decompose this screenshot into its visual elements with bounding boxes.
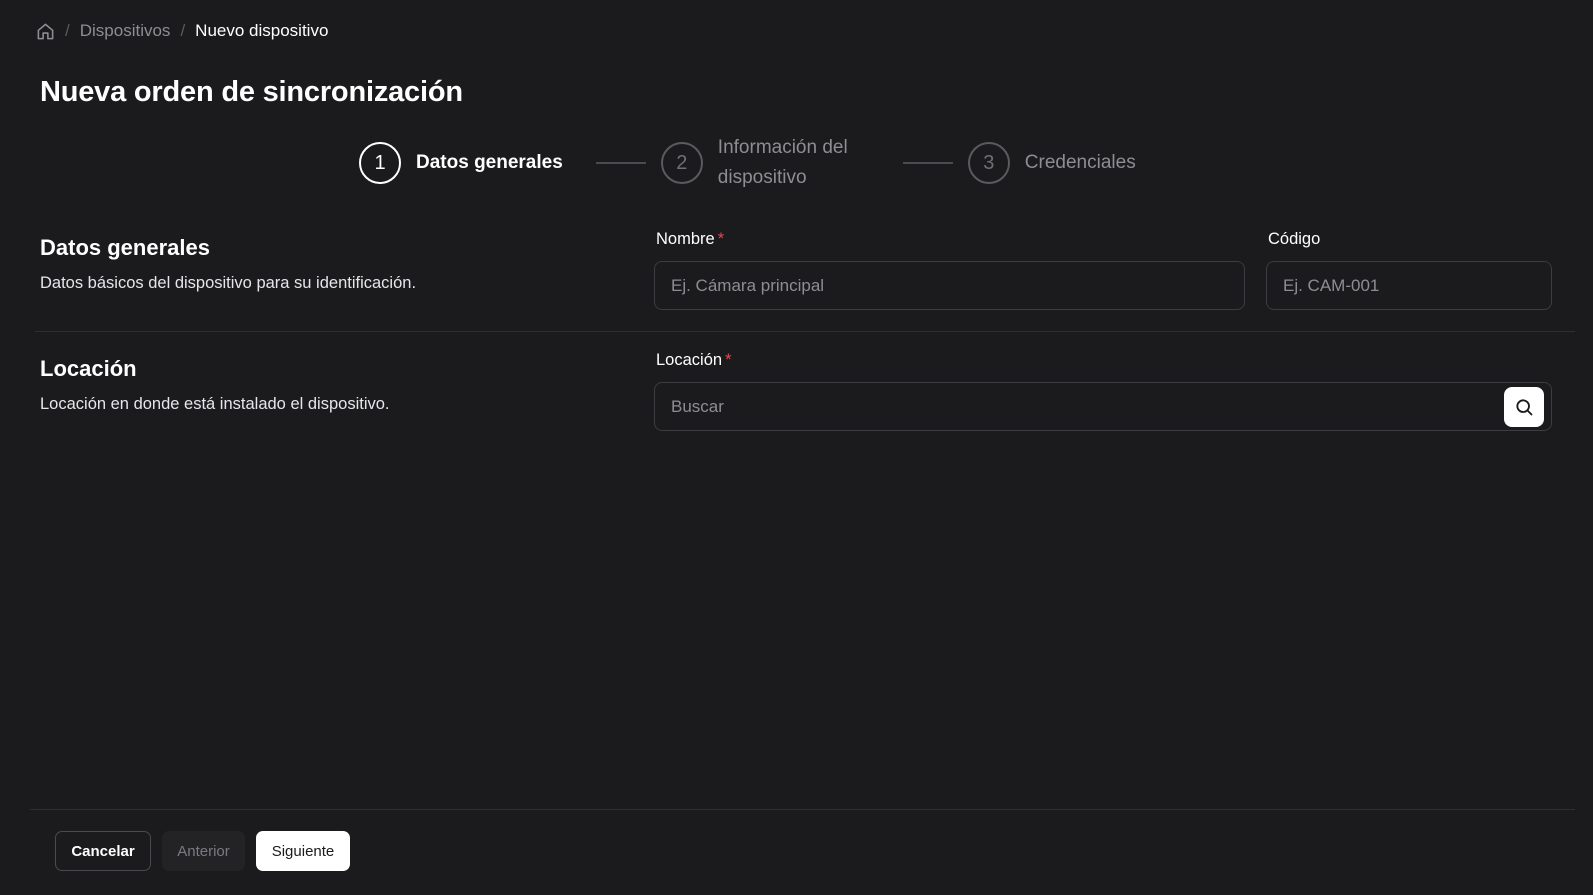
step-label: Información del dispositivo <box>717 137 848 188</box>
breadcrumb-separator: / <box>65 21 70 40</box>
section-description-location: Locación en donde está instalado el disp… <box>40 395 390 413</box>
location-search-button[interactable] <box>1504 387 1544 427</box>
name-input[interactable] <box>654 261 1245 310</box>
cancel-button[interactable]: Cancelar <box>55 831 151 871</box>
breadcrumb: / Dispositivos / Nuevo dispositivo <box>35 19 328 43</box>
footer-divider <box>30 809 1575 810</box>
step-number: 3 <box>967 142 1010 184</box>
step-credentials[interactable]: 3 Credenciales <box>967 142 1136 184</box>
previous-button[interactable]: Anterior <box>162 831 245 871</box>
section-description-general: Datos básicos del dispositivo para su id… <box>40 274 417 292</box>
step-device-info[interactable]: 2 Información del dispositivo <box>660 133 878 193</box>
location-field-label: Locación * <box>656 351 731 370</box>
step-connector <box>902 162 953 164</box>
code-input[interactable] <box>1266 261 1552 310</box>
code-field-label: Código <box>1268 230 1321 248</box>
location-search-input[interactable] <box>654 382 1552 431</box>
next-button[interactable]: Siguiente <box>256 831 350 871</box>
section-title-location: Locación <box>40 356 137 381</box>
step-label: Datos generales <box>416 152 563 173</box>
page-title: Nueva orden de sincronización <box>40 76 463 108</box>
step-number: 2 <box>660 142 703 184</box>
section-title-general: Datos generales <box>40 235 210 260</box>
breadcrumb-separator: / <box>180 21 186 40</box>
page: / Dispositivos / Nuevo dispositivo Nueva… <box>0 0 1593 895</box>
search-icon <box>1516 399 1533 416</box>
required-mark: * <box>717 230 725 248</box>
section-divider <box>35 331 1575 332</box>
stepper: 1 Datos generales 2 Información del disp… <box>359 136 1136 190</box>
step-general-data[interactable]: 1 Datos generales <box>359 142 563 184</box>
breadcrumb-current: Nuevo dispositivo <box>195 21 329 40</box>
name-label-text: Nombre <box>656 230 715 248</box>
step-number: 1 <box>359 142 401 184</box>
step-label: Credenciales <box>1024 152 1136 173</box>
location-label-text: Locación <box>656 351 723 369</box>
home-icon[interactable] <box>35 21 55 41</box>
step-connector <box>595 162 646 164</box>
required-mark: * <box>725 351 732 369</box>
name-field-label: Nombre * <box>656 230 724 249</box>
breadcrumb-devices-link[interactable]: Dispositivos <box>80 21 171 41</box>
